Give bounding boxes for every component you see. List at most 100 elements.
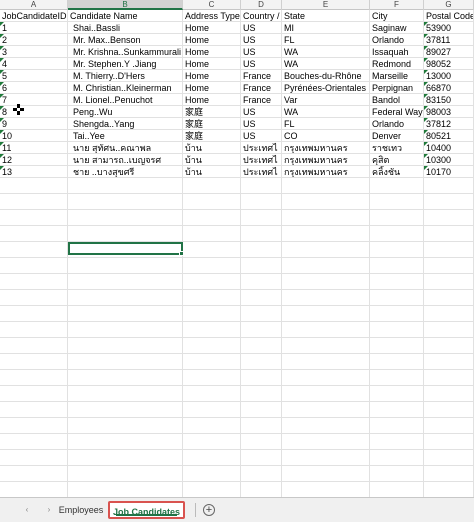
empty-row[interactable]	[0, 322, 474, 338]
cell-g[interactable]: 80521	[424, 130, 474, 142]
cell-d[interactable]: France	[241, 82, 282, 94]
cell-f[interactable]: Bandol	[370, 94, 424, 106]
empty-row[interactable]	[0, 194, 474, 210]
cell-c[interactable]: บ้าน	[183, 166, 241, 178]
cell-e[interactable]: กรุงเทพมหานคร	[282, 166, 370, 178]
cell-g[interactable]: 83150	[424, 94, 474, 106]
empty-row[interactable]	[0, 290, 474, 306]
cell-e[interactable]: Pyrénées-Orientales	[282, 82, 370, 94]
cell-b[interactable]: Tai..Yee	[68, 130, 183, 142]
cell-g[interactable]: 37812	[424, 118, 474, 130]
column-header-g[interactable]: G	[424, 0, 474, 10]
cell-b[interactable]: Shai..Bassli	[68, 22, 183, 34]
empty-row[interactable]	[0, 178, 474, 194]
cell-b[interactable]: Shengda..Yang	[68, 118, 183, 130]
cell-g[interactable]: 66870	[424, 82, 474, 94]
column-header-b[interactable]: B	[68, 0, 183, 10]
cell-c[interactable]: 家庭	[183, 130, 241, 142]
cell-f[interactable]: Perpignan	[370, 82, 424, 94]
header-cell-e[interactable]: State	[282, 10, 370, 22]
cell-e[interactable]: CO	[282, 130, 370, 142]
column-header-f[interactable]: F	[370, 0, 424, 10]
selected-cell[interactable]	[68, 242, 184, 256]
header-cell-d[interactable]: Country /	[241, 10, 282, 22]
header-cell-g[interactable]: Postal Code	[424, 10, 474, 22]
cell-e[interactable]: FL	[282, 34, 370, 46]
cell-a[interactable]: 2	[0, 34, 68, 46]
cell-c[interactable]: Home	[183, 22, 241, 34]
cell-d[interactable]: France	[241, 70, 282, 82]
cell-c[interactable]: บ้าน	[183, 154, 241, 166]
column-header-d[interactable]: D	[241, 0, 282, 10]
cell-e[interactable]: Var	[282, 94, 370, 106]
header-cell-b[interactable]: Candidate Name	[68, 10, 183, 22]
cell-e[interactable]: กรุงเทพมหานคร	[282, 154, 370, 166]
column-header-e[interactable]: E	[282, 0, 370, 10]
empty-row[interactable]	[0, 306, 474, 322]
cell-g[interactable]: 98003	[424, 106, 474, 118]
empty-row[interactable]	[0, 434, 474, 450]
empty-row[interactable]	[0, 226, 474, 242]
cell-c[interactable]: บ้าน	[183, 142, 241, 154]
cell-c[interactable]: Home	[183, 94, 241, 106]
empty-row[interactable]	[0, 418, 474, 434]
cell-a[interactable]: 11	[0, 142, 68, 154]
cell-d[interactable]: US	[241, 130, 282, 142]
cell-d[interactable]: US	[241, 58, 282, 70]
cell-b[interactable]: M. Lionel..Penuchot	[68, 94, 183, 106]
cell-f[interactable]: Denver	[370, 130, 424, 142]
cell-g[interactable]: 37811	[424, 34, 474, 46]
empty-row[interactable]	[0, 354, 474, 370]
cell-d[interactable]: France	[241, 94, 282, 106]
cell-a[interactable]: 9	[0, 118, 68, 130]
cell-b[interactable]: นาย สุทัศน..คณาพล	[68, 142, 183, 154]
column-header-a[interactable]: A	[0, 0, 68, 10]
cell-a[interactable]: 1	[0, 22, 68, 34]
cell-f[interactable]: Orlando	[370, 118, 424, 130]
cell-f[interactable]: Federal Way	[370, 106, 424, 118]
fill-handle[interactable]	[179, 251, 184, 256]
cell-d[interactable]: US	[241, 106, 282, 118]
cell-g[interactable]: 53900	[424, 22, 474, 34]
cell-b[interactable]: Mr. Krishna..Sunkammurali	[68, 46, 183, 58]
cell-a[interactable]: 6	[0, 82, 68, 94]
empty-row[interactable]	[0, 274, 474, 290]
empty-row[interactable]	[0, 386, 474, 402]
cell-f[interactable]: Redmond	[370, 58, 424, 70]
cell-f[interactable]: Saginaw	[370, 22, 424, 34]
empty-row[interactable]	[0, 210, 474, 226]
empty-row[interactable]	[0, 482, 474, 497]
cell-d[interactable]: US	[241, 22, 282, 34]
cell-e[interactable]: FL	[282, 118, 370, 130]
cell-e[interactable]: WA	[282, 106, 370, 118]
cell-d[interactable]: US	[241, 118, 282, 130]
cell-g[interactable]: 98052	[424, 58, 474, 70]
cell-g[interactable]: 89027	[424, 46, 474, 58]
empty-row[interactable]	[0, 466, 474, 482]
empty-row[interactable]	[0, 402, 474, 418]
cell-e[interactable]: Bouches-du-Rhône	[282, 70, 370, 82]
cell-e[interactable]: กรุงเทพมหานคร	[282, 142, 370, 154]
cell-g[interactable]: 13000	[424, 70, 474, 82]
cell-b[interactable]: Peng..Wu	[68, 106, 183, 118]
cell-d[interactable]: US	[241, 46, 282, 58]
cell-f[interactable]: คลิ้งชัน	[370, 166, 424, 178]
cell-b[interactable]: M. Christian..Kleinerman	[68, 82, 183, 94]
tab-nav-next-icon[interactable]: ›	[44, 505, 54, 515]
cell-c[interactable]: Home	[183, 34, 241, 46]
cell-b[interactable]: Mr. Max..Benson	[68, 34, 183, 46]
cell-a[interactable]: 12	[0, 154, 68, 166]
empty-row[interactable]	[0, 370, 474, 386]
plus-circle-icon[interactable]: +	[203, 504, 215, 516]
cell-b[interactable]: นาย สามารถ..เบญจรศ	[68, 154, 183, 166]
tab-employees[interactable]: Employees	[55, 501, 107, 519]
cell-f[interactable]: Orlando	[370, 34, 424, 46]
cell-c[interactable]: Home	[183, 70, 241, 82]
cell-a[interactable]: 4	[0, 58, 68, 70]
cell-d[interactable]: ประเทศไ	[241, 142, 282, 154]
cell-a[interactable]: 7	[0, 94, 68, 106]
cell-a[interactable]: 13	[0, 166, 68, 178]
cell-a[interactable]: 8	[0, 106, 68, 118]
cell-g[interactable]: 10300	[424, 154, 474, 166]
cell-e[interactable]: MI	[282, 22, 370, 34]
